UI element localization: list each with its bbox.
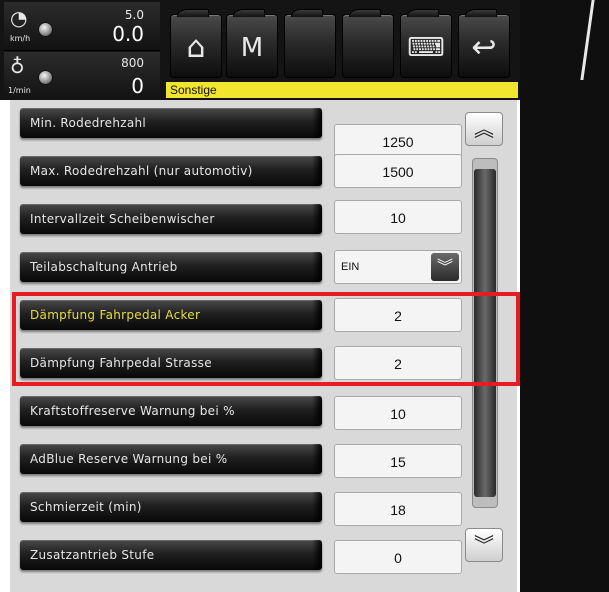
- keyboard-button[interactable]: ⌨: [400, 9, 452, 78]
- scrollbar-thumb[interactable]: [474, 169, 496, 497]
- scroll-up-button[interactable]: ︽: [465, 112, 503, 146]
- double-chevron-down-icon[interactable]: ︾: [431, 253, 459, 281]
- right-bezel: [520, 0, 609, 592]
- speed-unit: km/h: [10, 34, 31, 43]
- setting-value-field[interactable]: 2: [334, 346, 462, 380]
- rpm-value: 0: [131, 74, 144, 98]
- settings-list: Min. Rodedrehzahl 1250 Max. Rodedrehzahl…: [10, 100, 517, 592]
- back-button[interactable]: ↩: [458, 9, 510, 78]
- setting-value-field[interactable]: 1500: [334, 154, 462, 188]
- menu-button[interactable]: M: [226, 9, 278, 78]
- button-indicator: [349, 9, 381, 17]
- button-indicator: [291, 9, 323, 17]
- rpm-gauge: ♁ 1/min 800 0: [4, 52, 160, 101]
- rpm-indicator-led: [38, 70, 53, 85]
- setting-label[interactable]: Min. Rodedrehzahl: [20, 108, 322, 138]
- bezel-edge-line: [580, 0, 595, 80]
- keyboard-icon: ⌨: [407, 33, 445, 63]
- double-chevron-up-icon: ︽: [474, 117, 494, 141]
- speed-gauge: ◔ km/h 5.0 0.0: [4, 2, 160, 51]
- setting-value-field[interactable]: 15: [334, 444, 462, 478]
- menu-m-icon: M: [240, 33, 264, 63]
- setting-label[interactable]: Schmierzeit (min): [20, 492, 322, 522]
- status-bar: Sonstige: [166, 82, 518, 98]
- double-chevron-down-icon: ︾: [474, 533, 494, 557]
- button-indicator: [177, 9, 209, 17]
- button-indicator: [465, 9, 497, 17]
- setting-select-dropdown[interactable]: EIN ︾: [334, 250, 462, 284]
- engine-icon: ♁: [10, 54, 25, 78]
- setting-label[interactable]: Intervallzeit Scheibenwischer: [20, 204, 322, 234]
- home-button[interactable]: ⌂: [170, 9, 222, 78]
- setting-row-adblue-reserve: AdBlue Reserve Warnung bei % 15: [10, 440, 517, 488]
- setting-row-max-rodedrehzahl: Max. Rodedrehzahl (nur automotiv) 1500: [10, 152, 517, 200]
- setting-value-field[interactable]: 10: [334, 200, 462, 234]
- setting-row-daempfung-strasse: Dämpfung Fahrpedal Strasse 2: [10, 344, 517, 392]
- setting-value-field[interactable]: 0: [334, 540, 462, 574]
- speedometer-icon: ◔: [10, 6, 28, 30]
- speed-max: 5.0: [124, 8, 144, 22]
- setting-value-field[interactable]: 2: [334, 298, 462, 332]
- empty-toolbar-button-1[interactable]: [284, 9, 336, 78]
- button-indicator: [407, 9, 439, 17]
- setting-label[interactable]: Teilabschaltung Antrieb: [20, 252, 322, 282]
- scrollbar-track[interactable]: [472, 158, 498, 508]
- setting-label[interactable]: Max. Rodedrehzahl (nur automotiv): [20, 156, 322, 186]
- rpm-unit: 1/min: [8, 86, 31, 95]
- empty-toolbar-button-2[interactable]: [342, 9, 394, 78]
- setting-value-field[interactable]: 18: [334, 492, 462, 526]
- speed-indicator-led: [38, 22, 53, 37]
- rpm-max: 800: [121, 56, 144, 70]
- setting-label-selected[interactable]: Dämpfung Fahrpedal Acker: [20, 300, 322, 330]
- setting-value-field[interactable]: 10: [334, 396, 462, 430]
- home-icon: ⌂: [186, 30, 206, 65]
- scroll-down-button[interactable]: ︾: [465, 528, 503, 562]
- setting-label[interactable]: AdBlue Reserve Warnung bei %: [20, 444, 322, 474]
- setting-label[interactable]: Zusatzantrieb Stufe: [20, 540, 322, 570]
- setting-row-zusatzantrieb: Zusatzantrieb Stufe 0: [10, 536, 517, 584]
- setting-label[interactable]: Kraftstoffreserve Warnung bei %: [20, 396, 322, 426]
- setting-row-teilabschaltung: Teilabschaltung Antrieb EIN ︾: [10, 248, 517, 296]
- setting-label[interactable]: Dämpfung Fahrpedal Strasse: [20, 348, 322, 378]
- left-margin: [0, 100, 10, 592]
- button-indicator: [233, 9, 265, 17]
- setting-row-daempfung-acker: Dämpfung Fahrpedal Acker 2: [10, 296, 517, 344]
- setting-row-schmierzeit: Schmierzeit (min) 18: [10, 488, 517, 536]
- setting-row-kraftstoffreserve: Kraftstoffreserve Warnung bei % 10: [10, 392, 517, 440]
- speed-value: 0.0: [112, 22, 144, 46]
- setting-row-intervallzeit: Intervallzeit Scheibenwischer 10: [10, 200, 517, 248]
- select-value: EIN: [341, 261, 360, 273]
- back-icon: ↩: [471, 30, 497, 65]
